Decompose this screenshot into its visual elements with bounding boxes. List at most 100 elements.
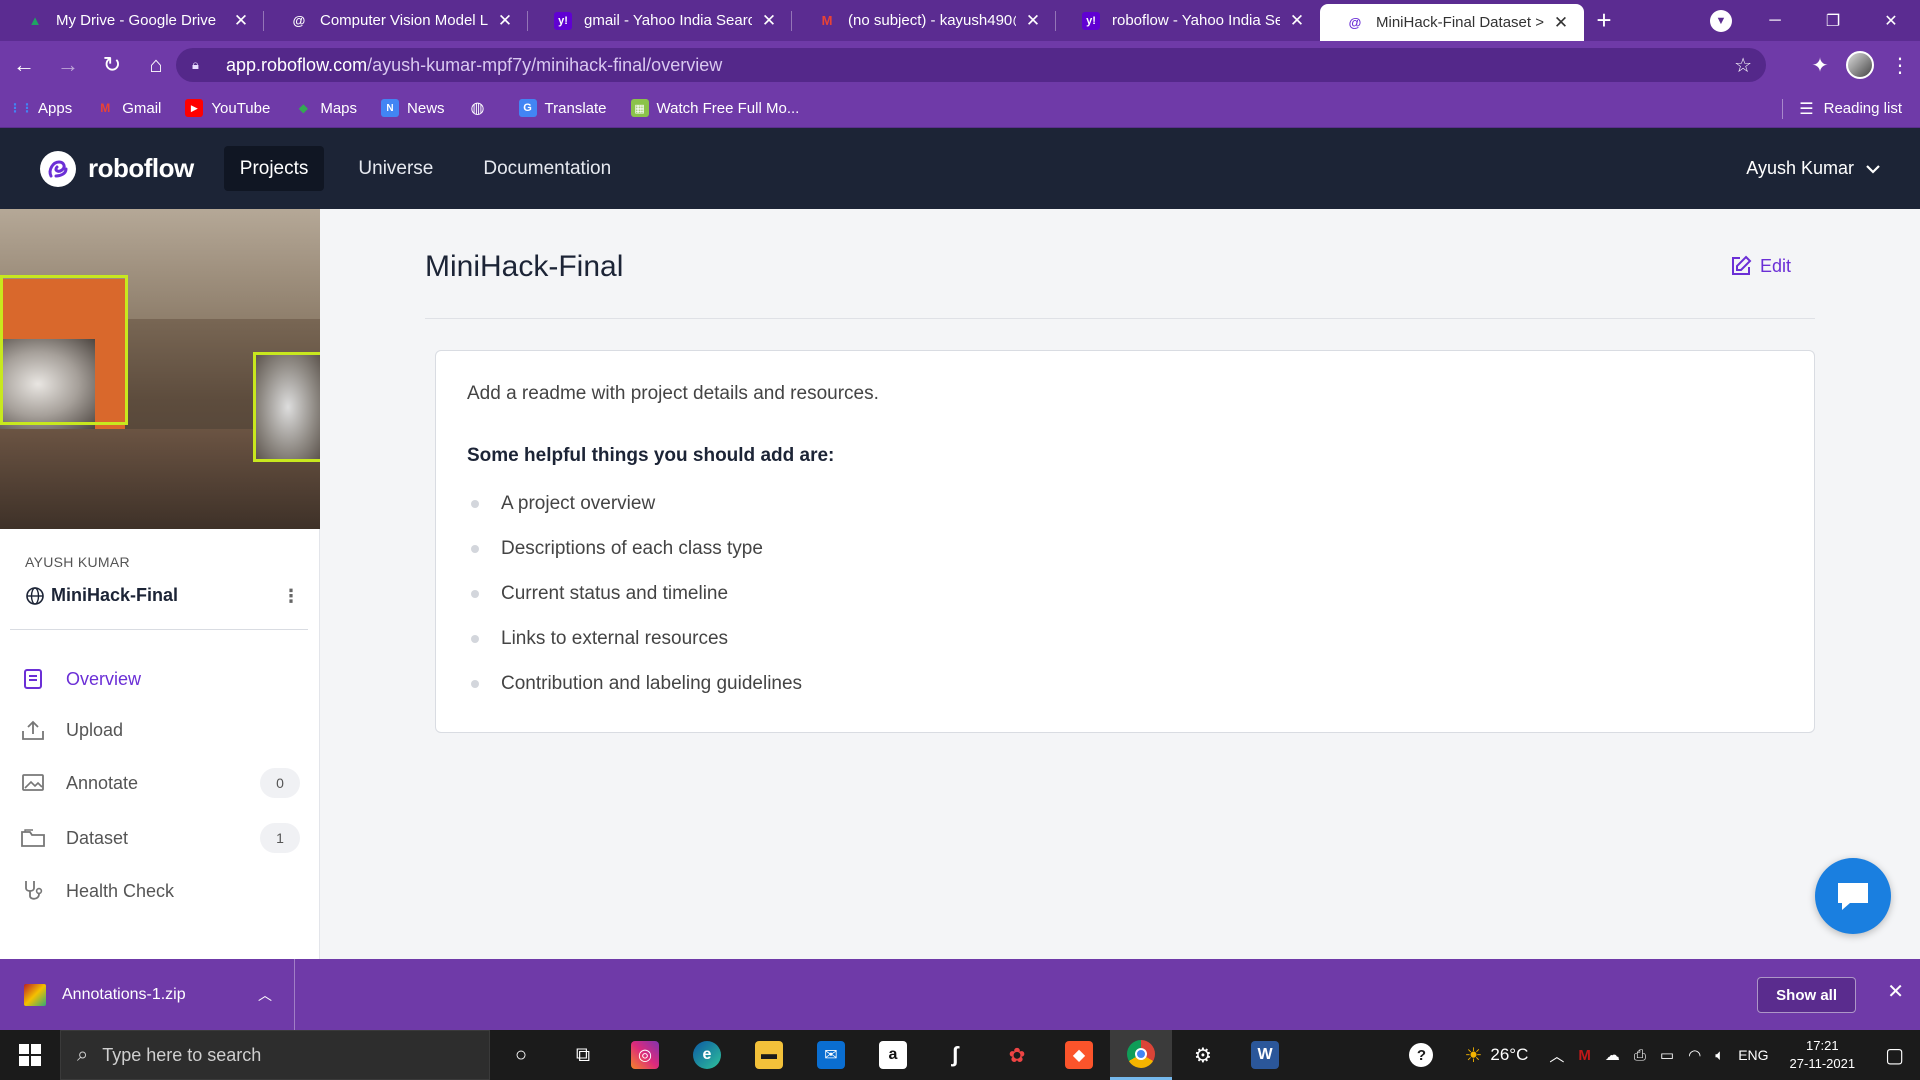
close-window-icon[interactable]: ✕ xyxy=(1862,0,1920,41)
language-indicator[interactable]: ENG xyxy=(1731,1047,1775,1063)
forward-icon[interactable]: → xyxy=(48,45,88,85)
reload-icon[interactable]: ↻ xyxy=(92,45,132,85)
roboflow-logo[interactable]: roboflow xyxy=(40,150,194,187)
zip-file-icon xyxy=(24,983,46,1006)
bookmark-apps[interactable]: ⋮⋮ Apps xyxy=(0,93,84,123)
brave-icon[interactable]: ◆ xyxy=(1048,1030,1110,1080)
chat-button[interactable] xyxy=(1815,858,1891,934)
nav-universe[interactable]: Universe xyxy=(342,146,449,191)
file-explorer-icon[interactable]: ▬ xyxy=(738,1030,800,1080)
sidebar-item-dataset[interactable]: Dataset 1 xyxy=(20,818,300,858)
lock-icon[interactable]: 🔒︎ xyxy=(192,57,212,73)
close-icon[interactable]: ✕ xyxy=(1552,13,1570,33)
page-title: MiniHack-Final xyxy=(425,250,624,283)
browser-tab[interactable]: @ Computer Vision Model Libr ✕ xyxy=(264,0,528,41)
browser-tab[interactable]: ▲ My Drive - Google Drive ✕ xyxy=(0,0,264,41)
list-item: Descriptions of each class type xyxy=(467,526,802,571)
instagram-icon[interactable]: ◎ xyxy=(614,1030,676,1080)
profile-avatar[interactable] xyxy=(1840,45,1880,85)
taskbar-search-input[interactable]: ⌕ Type here to search xyxy=(60,1030,490,1080)
device-icon[interactable]: ⎙ xyxy=(1627,1047,1653,1064)
mcafee-icon[interactable]: M xyxy=(1571,1047,1598,1064)
help-icon[interactable]: ? xyxy=(1402,1043,1440,1067)
bookmark-news[interactable]: N News xyxy=(369,93,457,123)
show-all-button[interactable]: Show all xyxy=(1757,977,1856,1013)
tab-search-icon[interactable]: ▼ xyxy=(1710,10,1732,32)
clock-time: 17:21 xyxy=(1806,1038,1839,1053)
close-icon[interactable]: ✕ xyxy=(496,11,514,31)
browser-menu-icon[interactable]: ⋮ xyxy=(1880,45,1920,85)
bookmark-watch-free[interactable]: ▦ Watch Free Full Mo... xyxy=(619,93,812,123)
sidebar-item-upload[interactable]: Upload xyxy=(20,710,300,750)
browser-tab[interactable]: y! gmail - Yahoo India Search R ✕ xyxy=(528,0,792,41)
bookmark-translate[interactable]: G Translate xyxy=(507,93,619,123)
home-icon[interactable]: ⌂ xyxy=(136,45,176,85)
youtube-icon: ▶ xyxy=(185,99,204,117)
cortana-icon[interactable]: ○ xyxy=(490,1030,552,1080)
bookmark-label: Watch Free Full Mo... xyxy=(656,99,800,117)
gmail-icon: M xyxy=(100,101,111,115)
bookmark-gmail[interactable]: M Gmail xyxy=(84,93,173,123)
browser-toolbar: ← → ↻ ⌂ 🔒︎ app.roboflow.com/ayush-kumar-… xyxy=(0,41,1920,89)
search-icon: ⌕ xyxy=(77,1043,89,1066)
sidebar-item-overview[interactable]: Overview xyxy=(20,659,300,699)
battery-icon[interactable]: ▭ xyxy=(1653,1046,1681,1064)
list-item: Contribution and labeling guidelines xyxy=(467,661,802,706)
divider xyxy=(10,629,308,630)
clock[interactable]: 17:21 27-11-2021 xyxy=(1776,1037,1870,1073)
app-s-icon[interactable]: ʃ xyxy=(924,1030,986,1080)
minimize-icon[interactable]: ─ xyxy=(1746,0,1804,41)
browser-tab[interactable]: y! roboflow - Yahoo India Sear ✕ xyxy=(1056,0,1320,41)
bookmark-label: Apps xyxy=(38,99,73,117)
onedrive-cloud-icon[interactable]: ☁ xyxy=(1598,1046,1627,1064)
windows-taskbar: ⌕ Type here to search ○ ⧉ ◎ e ▬ ✉ a ʃ ✿ … xyxy=(0,1030,1920,1080)
yahoo-icon: y! xyxy=(1082,11,1100,30)
chevron-up-icon[interactable]: ︿ xyxy=(258,985,272,1005)
weather-widget[interactable]: ☀ 26°C xyxy=(1440,1043,1535,1068)
roboflow-logo-icon xyxy=(40,150,76,187)
windows-start-icon[interactable] xyxy=(0,1030,60,1080)
task-view-icon[interactable]: ⧉ xyxy=(552,1030,614,1080)
divider xyxy=(1782,98,1784,119)
mail-icon[interactable]: ✉ xyxy=(800,1030,862,1080)
back-icon[interactable]: ← xyxy=(4,45,44,85)
settings-gear-icon[interactable]: ⚙ xyxy=(1172,1030,1234,1080)
wifi-icon[interactable]: ◠ xyxy=(1681,1046,1708,1064)
more-options-icon[interactable]: ⋮ xyxy=(282,587,300,605)
nav-documentation[interactable]: Documentation xyxy=(467,146,627,191)
sidebar-item-health-check[interactable]: Health Check xyxy=(20,871,300,911)
word-icon[interactable]: W xyxy=(1234,1030,1296,1080)
show-hidden-icons-chevron-icon[interactable]: ︿ xyxy=(1535,1045,1571,1066)
nav-projects[interactable]: Projects xyxy=(223,146,325,191)
edit-button[interactable]: Edit xyxy=(1730,255,1791,277)
close-icon[interactable]: ✕ xyxy=(232,11,250,31)
bookmarks-bar: ⋮⋮ Apps M Gmail ▶ YouTube ◆ Maps N News … xyxy=(0,89,1920,128)
bookmark-maps[interactable]: ◆ Maps xyxy=(282,93,369,123)
amazon-icon[interactable]: a xyxy=(862,1030,924,1080)
user-menu[interactable]: Ayush Kumar xyxy=(1746,128,1880,209)
chat-bubble-icon xyxy=(1838,883,1868,910)
reading-list-button[interactable]: ☰ Reading list xyxy=(1782,89,1902,128)
address-bar[interactable]: 🔒︎ app.roboflow.com/ayush-kumar-mpf7y/mi… xyxy=(176,48,1766,82)
bookmark-globe[interactable]: ◍ xyxy=(457,93,507,123)
volume-icon[interactable]: 🔈︎ xyxy=(1708,1047,1731,1064)
paint-icon[interactable]: ✿ xyxy=(986,1030,1048,1080)
close-icon[interactable]: ✕ xyxy=(760,11,778,31)
bookmark-youtube[interactable]: ▶ YouTube xyxy=(173,93,282,123)
close-icon[interactable]: ✕ xyxy=(1024,11,1042,31)
close-icon[interactable]: ✕ xyxy=(1288,11,1306,31)
close-icon[interactable]: ✕ xyxy=(1887,979,1904,1004)
browser-tab-active[interactable]: @ MiniHack-Final Dataset > O ✕ xyxy=(1320,4,1584,41)
chrome-icon[interactable] xyxy=(1110,1030,1172,1080)
edge-icon[interactable]: e xyxy=(676,1030,738,1080)
sidebar-item-annotate[interactable]: Annotate 0 xyxy=(20,763,300,803)
extensions-icon[interactable]: ✦ xyxy=(1800,45,1840,85)
project-name-row: MiniHack-Final ⋮ xyxy=(25,585,300,606)
browser-tab[interactable]: M (no subject) - kayush490@g ✕ xyxy=(792,0,1056,41)
download-shelf: Annotations-1.zip ︿ Show all ✕ xyxy=(0,959,1920,1030)
restore-icon[interactable]: ❐ xyxy=(1804,0,1862,41)
bookmark-star-icon[interactable]: ☆ xyxy=(1734,53,1752,78)
new-tab-button[interactable]: + xyxy=(1584,0,1624,41)
notifications-icon[interactable]: ▢ xyxy=(1869,1043,1920,1068)
download-item[interactable]: Annotations-1.zip ︿ xyxy=(0,959,295,1030)
